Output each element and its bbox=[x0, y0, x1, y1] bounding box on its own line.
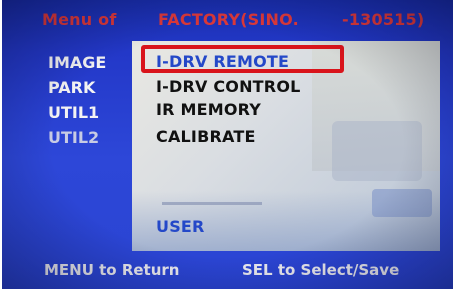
factory-menu-screen: Menu of FACTORY(SINO. -130515) IMAGE PAR… bbox=[2, 0, 453, 289]
menu-item-util2[interactable]: UTIL2 bbox=[48, 125, 106, 150]
camera-image-region bbox=[332, 121, 422, 181]
menu-item-util1[interactable]: UTIL1 bbox=[48, 100, 106, 125]
header-menu-of: Menu of bbox=[42, 10, 117, 29]
menu-item-park[interactable]: PARK bbox=[48, 75, 106, 100]
camera-image-region bbox=[372, 189, 432, 217]
main-menu: IMAGE PARK UTIL1 UTIL2 bbox=[48, 50, 106, 150]
blurred-line bbox=[162, 202, 262, 205]
selection-highlight bbox=[141, 45, 344, 73]
menu-header: Menu of FACTORY(SINO. -130515) bbox=[42, 6, 443, 32]
submenu-item-i-drv-control[interactable]: I-DRV CONTROL bbox=[156, 77, 301, 96]
submenu-item-ir-memory[interactable]: IR MEMORY bbox=[156, 100, 261, 119]
footer-menu-return-hint: MENU to Return bbox=[44, 261, 180, 279]
submenu-item-calibrate[interactable]: CALIBRATE bbox=[156, 127, 256, 146]
header-code: -130515) bbox=[342, 10, 425, 29]
footer-select-save-hint: SEL to Select/Save bbox=[242, 261, 400, 279]
submenu-item-user[interactable]: USER bbox=[156, 217, 205, 236]
header-factory: FACTORY(SINO. bbox=[158, 10, 299, 29]
menu-item-image[interactable]: IMAGE bbox=[48, 50, 106, 75]
